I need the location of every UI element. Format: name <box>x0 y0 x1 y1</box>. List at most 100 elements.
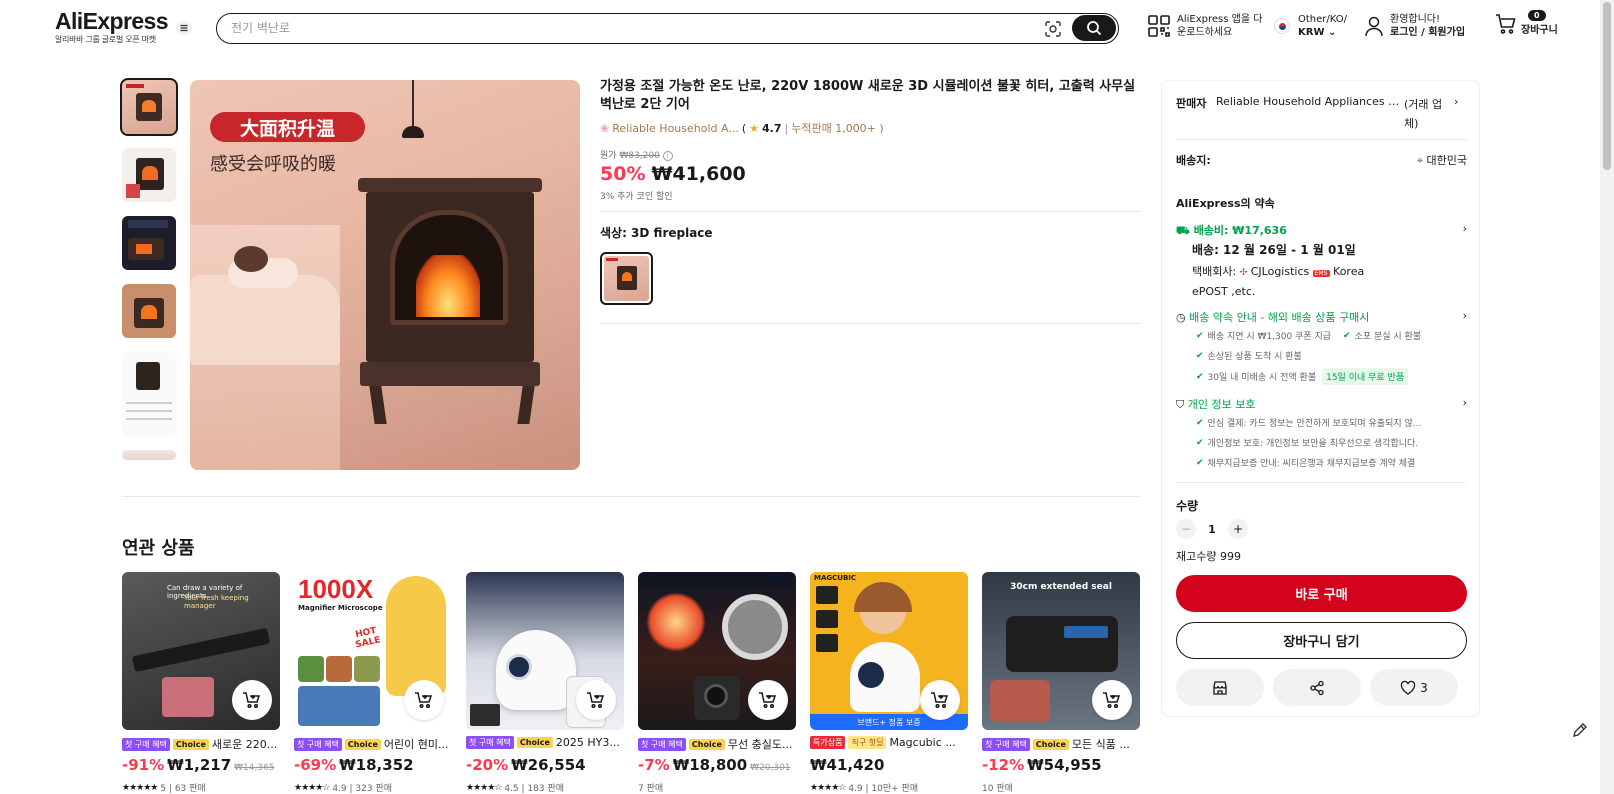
image-text: HOT SALE <box>354 626 382 651</box>
product-discount: -20% <box>466 756 509 774</box>
thumbnail-4[interactable] <box>122 284 176 338</box>
product-title: 가정용 조절 가능한 온도 난로, 220V 1800W 새로운 3D 시뮬레이… <box>600 79 1136 112</box>
search-input[interactable] <box>231 19 991 37</box>
product-card[interactable]: 첫 구매 혜택 Choice 2025 HY3... -20% ₩26,554 ★★★… <box>466 572 624 794</box>
korea-post-logo-icon: EMS <box>1312 270 1330 277</box>
product-card[interactable]: 30cm extended seal 첫 구매 혜택 Choice 모든 식품 ..… <box>982 572 1140 794</box>
camera-search-icon[interactable] <box>1044 20 1062 38</box>
account-menu[interactable]: 환영합니다! 로그인 / 회원가입 <box>1364 13 1465 39</box>
add-to-cart-icon[interactable] <box>232 680 272 720</box>
image-text: 1000X <box>298 574 374 604</box>
ship-to-label: 배송지: <box>1176 154 1211 167</box>
choice-badge: Choice <box>688 738 725 750</box>
app-download[interactable]: AliExpress 앱을 다 운로드하세요 <box>1147 13 1262 39</box>
thumbnail-1[interactable] <box>120 78 178 136</box>
decrease-quantity-button[interactable]: − <box>1176 519 1196 539</box>
add-to-cart-icon[interactable] <box>1092 680 1132 720</box>
add-to-cart-button[interactable]: 장바구니 담기 <box>1176 622 1467 659</box>
card-title-row: 첫 구매 혜택 Choice 새로운 220... <box>122 736 280 752</box>
store-button[interactable] <box>1176 669 1264 706</box>
cart-label: 장바구니 <box>1521 24 1558 36</box>
original-price-label: 원가 <box>600 151 617 161</box>
login-signup-link[interactable]: 로그인 / 회원가입 <box>1390 26 1465 39</box>
quantity-stepper: − 1 + <box>1176 519 1467 539</box>
card-price-row: -91% ₩1,217 ₩14,365 <box>122 756 275 774</box>
guarantee-item: ✔ 손상된 상품 도착 시 환불 <box>1196 350 1302 363</box>
shipping-fee: ⛟ 배송비: ₩17,636 <box>1176 224 1287 237</box>
chevron-right-icon: › <box>1454 95 1459 108</box>
product-name: Magcubic ... <box>889 736 956 749</box>
product-name: 무선 충실도... <box>727 738 793 751</box>
wishlist-count: 3 <box>1420 680 1428 695</box>
seller-label: 판매자 <box>1176 97 1207 110</box>
share-button[interactable] <box>1273 669 1361 706</box>
divider <box>600 323 1140 324</box>
welcome-text: 환영합니다! <box>1390 14 1441 25</box>
card-price-row: -12% ₩54,955 <box>982 756 1102 774</box>
cart-link[interactable]: 0 장바구니 <box>1495 9 1558 36</box>
card-title-row: 첫 구매 혜택 Choice 어린이 현미... <box>294 736 452 752</box>
privacy-item-1: ✔ 안심 결제: 카드 정보는 안전하게 보호되며 유출되지 않... <box>1196 417 1422 430</box>
product-card[interactable]: MAGCUBIC 브랜드+ 정품 보증 특가상품 직구 핫딜 Magcubic ..… <box>810 572 968 794</box>
product-name: 2025 HY3... <box>555 736 620 749</box>
current-price: ₩41,600 <box>651 163 746 185</box>
card-price-row: -20% ₩26,554 <box>466 756 586 774</box>
buy-now-button[interactable]: 바로 구매 <box>1176 575 1467 612</box>
privacy-item-3: ✔ 채무지급보증 안내: 씨티은행과 채무지급보증 계약 체결 <box>1196 457 1416 470</box>
aliexpress-logo[interactable]: AliExpress 알리바바 그룹 글로벌 오픈 마켓 <box>55 8 169 45</box>
product-card[interactable]: 첫 구매 혜택 Choice 무선 충실도... -7% ₩18,800 ₩20,301… <box>638 572 796 794</box>
first-purchase-badge: 첫 구매 혜택 <box>466 736 514 749</box>
star-icon: ★ <box>749 121 759 135</box>
page-scrollbar[interactable] <box>1600 0 1614 794</box>
main-product-image[interactable]: 大面积升温 感受会呼吸的暖 <box>190 80 580 470</box>
qr-code-icon <box>1148 15 1170 37</box>
ship-to-row[interactable]: 배송지: ⌖ 대한민국 <box>1176 152 1467 168</box>
quantity-value[interactable]: 1 <box>1206 523 1218 536</box>
rating-value: 4.7 <box>762 121 782 135</box>
add-to-cart-icon[interactable] <box>920 680 960 720</box>
truck-icon: ⛟ <box>1176 224 1190 237</box>
coin-discount-note: 3% 추가 코인 할인 <box>600 192 673 202</box>
color-option-3d-fireplace[interactable] <box>600 252 653 305</box>
guarantee-row-3: ✔ 30일 내 미배송 시 전액 환불 15일 이내 무료 반품 <box>1196 368 1487 385</box>
choice-badge: Choice <box>172 738 209 750</box>
edit-pencil-icon[interactable] <box>1570 720 1590 740</box>
location-pin-icon: ⌖ <box>1416 154 1424 167</box>
card-title-row: 첫 구매 혜택 Choice 2025 HY3... <box>466 736 624 749</box>
region-currency-selector[interactable]: Other/KO/ KRW ⌄ <box>1274 13 1347 39</box>
rating-stars: ★★★★☆ <box>294 782 330 793</box>
wishlist-button[interactable]: 3 <box>1370 669 1458 706</box>
add-to-cart-icon[interactable] <box>576 680 616 720</box>
add-to-cart-icon[interactable] <box>748 680 788 720</box>
sold-count: 누적판매 1,000+ ) <box>791 122 884 135</box>
privacy-row[interactable]: ⛉ 개인 정보 보호 › <box>1176 396 1467 412</box>
product-price: ₩54,955 <box>1027 756 1102 774</box>
store-name-link[interactable]: Reliable Household A... <box>612 122 739 135</box>
product-card[interactable]: 1000X Magnifier Microscope HOT SALE 첫 구매… <box>294 572 452 794</box>
delivery-guarantee-row[interactable]: ◷ 배송 약속 안내 - 해외 배송 상품 구매시 › <box>1176 309 1467 325</box>
logo-text: AliExpress <box>55 8 169 34</box>
seller-row[interactable]: 판매자 Reliable Household Appliances St... … <box>1176 95 1467 133</box>
thumbnail-3[interactable] <box>122 216 176 270</box>
special-deal-badge: 특가상품 <box>810 736 846 749</box>
menu-icon[interactable] <box>176 20 192 36</box>
related-products-list: Can draw a variety of ingredients Your f… <box>122 572 1141 794</box>
add-to-cart-icon[interactable] <box>404 680 444 720</box>
thumbnail-6[interactable] <box>122 450 176 460</box>
shipping-fee-row[interactable]: ⛟ 배송비: ₩17,636 › <box>1176 222 1467 239</box>
scrollbar-thumb[interactable] <box>1603 2 1611 170</box>
thumbnail-2[interactable] <box>122 148 176 202</box>
product-card[interactable]: Can draw a variety of ingredients Your f… <box>122 572 280 794</box>
search-button[interactable] <box>1072 15 1116 41</box>
currency-text: KRW ⌄ <box>1298 27 1337 38</box>
info-icon[interactable]: i <box>662 151 673 161</box>
person-hair <box>234 246 268 272</box>
increase-quantity-button[interactable]: + <box>1228 519 1248 539</box>
seller-name[interactable]: Reliable Household Appliances St... <box>1216 95 1404 133</box>
choice-badge: Choice <box>516 737 553 748</box>
cart-icon <box>1496 14 1516 34</box>
lamp-cord <box>412 80 414 128</box>
related-products-title: 연관 상품 <box>122 538 195 559</box>
thumbnail-5[interactable] <box>122 352 176 436</box>
product-price: ₩1,217 <box>167 756 232 774</box>
